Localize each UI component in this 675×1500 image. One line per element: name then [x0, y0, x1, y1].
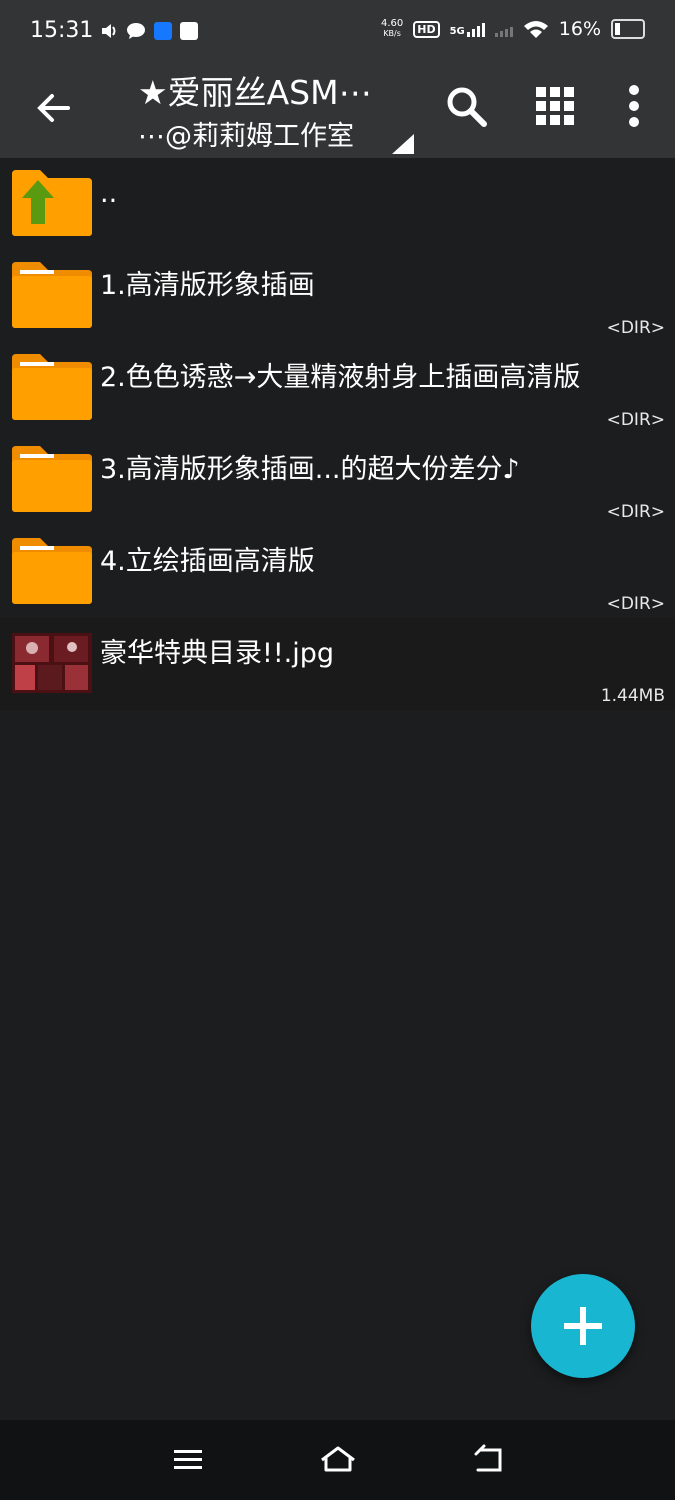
- status-time: 15:31: [30, 18, 94, 43]
- file-meta: <DIR>: [606, 318, 665, 338]
- more-options-icon[interactable]: [610, 82, 658, 130]
- home-icon[interactable]: [316, 1440, 360, 1480]
- speed-value: 4.60: [380, 18, 404, 29]
- dropdown-triangle-icon[interactable]: [392, 134, 414, 154]
- file-meta: <DIR>: [606, 594, 665, 614]
- file-name: 4.立绘插画高清版: [100, 546, 315, 577]
- folder-title[interactable]: ★爱丽丝ASM⋯: [138, 66, 372, 114]
- file-meta: <DIR>: [606, 502, 665, 522]
- folder-icon: [12, 538, 92, 604]
- battery-percent: 16%: [558, 18, 601, 40]
- list-item[interactable]: 豪华特典目录!!.jpg 1.44MB: [0, 618, 675, 710]
- folder-icon: [12, 262, 92, 328]
- folder-up-icon: [12, 170, 92, 236]
- list-item[interactable]: 2.色色诱惑→大量精液射身上插画高清版 <DIR>: [0, 342, 675, 434]
- app-notification-icon: [180, 22, 198, 40]
- file-name: 1.高清版形象插画: [100, 270, 315, 301]
- search-icon[interactable]: [442, 82, 490, 130]
- notification-icons: [100, 22, 198, 40]
- network-speed: 4.60 KB/s: [381, 19, 403, 39]
- folder-icon: [12, 446, 92, 512]
- list-item[interactable]: 4.立绘插画高清版 <DIR>: [0, 526, 675, 618]
- list-item-parent[interactable]: ..: [0, 158, 675, 250]
- battery-icon: [611, 19, 645, 39]
- folder-icon: [12, 354, 92, 420]
- alipay-icon: [154, 22, 172, 40]
- wifi-icon: [523, 21, 548, 38]
- network-label: 5G: [449, 26, 465, 37]
- image-thumbnail: [12, 633, 92, 693]
- status-right: 4.60 KB/s HD 5G 16%: [381, 18, 645, 40]
- folder-subtitle[interactable]: ⋯@莉莉姆工作室: [138, 114, 354, 153]
- volume-icon: [102, 24, 116, 38]
- grid-view-icon[interactable]: [531, 82, 579, 130]
- file-name: 豪华特典目录!!.jpg: [100, 638, 335, 669]
- back-nav-icon[interactable]: [466, 1440, 510, 1480]
- speed-unit: KB/s: [383, 29, 401, 38]
- list-item[interactable]: 1.高清版形象插画 <DIR>: [0, 250, 675, 342]
- navigation-bar: [0, 1420, 675, 1500]
- signal-icon: [494, 21, 513, 37]
- status-bar: 15:31 4.60 KB/s HD 5G 16%: [0, 0, 675, 62]
- add-button[interactable]: [531, 1274, 635, 1378]
- app-bar: ★爱丽丝ASM⋯ ⋯@莉莉姆工作室: [0, 62, 675, 158]
- list-item[interactable]: 3.高清版形象插画...的超大份差分♪ <DIR>: [0, 434, 675, 526]
- file-name: 2.色色诱惑→大量精液射身上插画高清版: [100, 362, 581, 393]
- signal-5g-icon: 5G: [450, 21, 485, 37]
- back-arrow-icon[interactable]: [30, 84, 78, 132]
- file-size: 1.44MB: [600, 686, 665, 706]
- chat-icon: [127, 23, 145, 39]
- file-meta: <DIR>: [606, 410, 665, 430]
- file-name: ..: [100, 178, 118, 209]
- hd-icon: HD: [413, 20, 440, 38]
- file-list: .. 1.高清版形象插画 <DIR> 2.色色诱惑→大量精液射身上插画高清版 <…: [0, 158, 675, 710]
- file-name: 3.高清版形象插画...的超大份差分♪: [100, 454, 520, 485]
- menu-icon[interactable]: [166, 1440, 210, 1480]
